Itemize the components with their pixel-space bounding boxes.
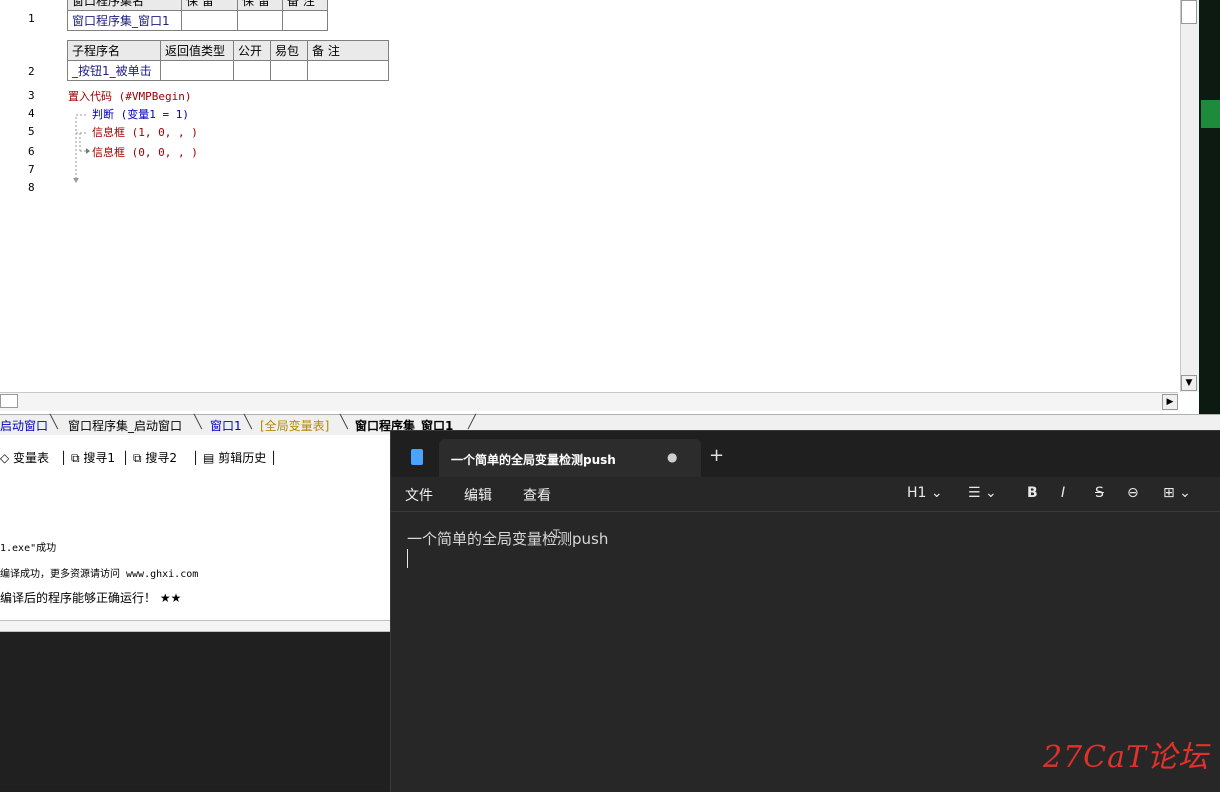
italic-button[interactable]: I [1061,485,1065,501]
notepad-icon [411,449,423,465]
scrollbar-thumb[interactable] [1181,0,1197,24]
table-header-cell: 公开 [233,40,271,61]
strikethrough-button[interactable]: S [1095,485,1104,501]
unsaved-dot-icon[interactable]: ● [667,450,677,464]
menu-view[interactable]: 查看 [523,485,551,505]
code-line[interactable]: 判断 (变量1 = 1) [92,106,189,122]
background-dark-area [0,632,390,791]
table-dropdown[interactable]: ⊞ ⌄ [1163,485,1191,501]
tab-separator: ╲ [194,415,202,430]
table-cell[interactable] [307,60,389,81]
code-line[interactable]: 信息框 (1, 0, , ) [92,124,198,140]
table-header-cell: 易包 [270,40,308,61]
line-number: 3 [28,89,35,102]
tab-window1[interactable]: 窗口1 [210,417,242,434]
heading-dropdown[interactable]: H1 ⌄ [907,485,943,501]
code-line[interactable]: 置入代码 (#VMPBegin) [68,88,191,104]
line-number: 7 [28,163,35,176]
line-number: 1 [28,12,35,25]
document-text[interactable]: 一个简单的全局变量检测push [407,528,608,549]
notepad-titlebar: 一个简单的全局变量检测push ● + [391,431,1220,477]
notepad-menubar: 文件 编辑 查看 H1 ⌄ ☰ ⌄ B I S ⊖ ⊞ ⌄ [391,477,1220,512]
scroll-left-thumb[interactable] [0,394,18,408]
line-number: 4 [28,107,35,120]
tab-separator: ╲ [50,415,58,430]
table-cell[interactable] [160,60,234,81]
tab-global-vars[interactable]: [全局变量表] [260,417,329,434]
table-header-cell: 备 注 [282,0,328,11]
text-caret [407,549,408,568]
output-toolbar: ◇ 变量表 │ ⧉ 搜寻1 │ ⧉ 搜寻2 │ ▤ 剪辑历史 │ [0,445,390,469]
table-header-cell: 窗口程序集名 [67,0,182,11]
line-number: 6 [28,145,35,158]
search2-button[interactable]: │ ⧉ 搜寻2 [122,449,177,466]
table-cell[interactable]: _按钮1_被单击 [67,60,161,81]
horizontal-scrollbar[interactable] [0,392,1178,411]
scroll-right-arrow[interactable]: ▶ [1162,394,1178,410]
subroutine-table[interactable]: 子程序名 返回值类型 公开 易包 备 注 _按钮1_被单击 [67,40,389,81]
code-line[interactable]: 信息框 (0, 0, , ) [92,144,198,160]
table-header-cell: 保 留 [181,0,238,11]
search1-label: 搜寻1 [83,451,116,465]
table-header-cell: 备 注 [307,40,389,61]
tab-startup-window[interactable]: 启动窗口 [0,417,48,434]
tab-title: 一个简单的全局变量检测push [451,453,616,467]
search1-button[interactable]: │ ⧉ 搜寻1 [60,449,115,466]
flow-lines [73,114,90,183]
table-cell[interactable] [237,10,283,31]
table-cell[interactable] [270,60,308,81]
new-tab-button[interactable]: + [709,445,724,466]
assembly-table[interactable]: 窗口程序集名 保 留 保 留 备 注 窗口程序集_窗口1 [67,0,328,31]
output-line: 编译后的程序能够正确运行！ ★★ [0,591,182,605]
table-header-cell: 返回值类型 [160,40,234,61]
menu-edit[interactable]: 编辑 [464,485,492,505]
menu-file[interactable]: 文件 [405,485,433,505]
tab-separator: ╲ [244,415,252,430]
tab-separator: ╲ [340,415,348,430]
table-header-cell: 保 留 [237,0,283,11]
code-editor[interactable]: 1 2 3 4 5 6 7 8 窗口程序集名 保 留 保 留 备 注 窗口程序集… [0,0,1178,392]
tab-startup-assembly[interactable]: 窗口程序集_启动窗口 [68,417,182,434]
line-number: 2 [28,65,35,78]
tab-separator: ╱ [468,415,476,430]
background-window-strip [1201,100,1220,128]
search2-label: 搜寻2 [145,451,178,465]
list-dropdown[interactable]: ☰ ⌄ [968,485,997,501]
background-window-edge [1199,0,1220,430]
clip-history-label: 剪辑历史 [218,451,267,465]
vertical-scrollbar[interactable] [1180,0,1199,392]
line-number: 8 [28,181,35,194]
output-scrollbar[interactable] [0,620,390,632]
variable-table-label: 变量表 [13,451,50,465]
watermark-logo: 27CaT论坛 [1043,740,1210,775]
bold-button[interactable]: B [1027,485,1038,501]
table-cell[interactable] [181,10,238,31]
output-line: 1.exe"成功 [0,543,57,554]
line-number: 5 [28,125,35,138]
table-header-cell: 子程序名 [67,40,161,61]
link-icon[interactable]: ⊖ [1127,485,1139,501]
scroll-down-arrow[interactable]: ▼ [1181,375,1197,391]
output-line: 编译成功，更多资源请访问 www.ghxi.com [0,569,199,580]
table-cell[interactable]: 窗口程序集_窗口1 [67,10,182,31]
variable-table-button[interactable]: ◇ 变量表 [0,449,49,466]
table-cell[interactable] [233,60,271,81]
clip-history-button[interactable]: │ ▤ 剪辑历史 │ [192,449,277,466]
ibeam-cursor-icon: Ɪ [553,527,560,541]
table-cell[interactable] [282,10,328,31]
